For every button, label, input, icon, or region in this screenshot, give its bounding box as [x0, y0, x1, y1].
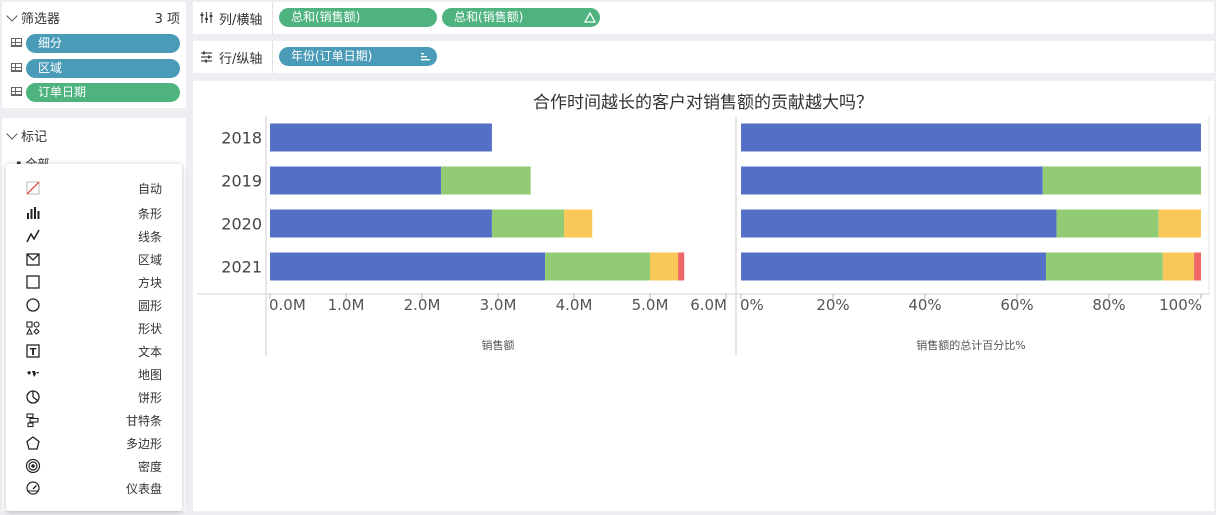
- shelf-divider: [272, 41, 273, 73]
- square-icon: [26, 275, 40, 289]
- chart-panel: 合作时间越长的客户对销售额的贡献越大吗？ 2018 2019 2020 2021 0.0M…: [193, 81, 1214, 511]
- x-tick-label-pane-percent-5: 100%: [1159, 296, 1202, 314]
- auto-icon: [26, 181, 40, 195]
- menu-item-bar[interactable]: 条形: [6, 202, 182, 224]
- menu-item-line[interactable]: 线条: [6, 225, 182, 247]
- area-icon: [26, 253, 40, 266]
- menu-item-square[interactable]: 方块: [6, 271, 182, 293]
- x-tick-label-pane-sales-5: 5.0M: [632, 296, 669, 314]
- columns-icon: [200, 12, 213, 23]
- bar-pane-sales-2019-s0[interactable]: [270, 166, 441, 195]
- year-label-2021: 2021: [221, 258, 262, 277]
- menu-item-map[interactable]: 地图: [6, 363, 182, 385]
- filters-count: 3 项: [154, 12, 180, 27]
- bar-pane-percent-2021-s3[interactable]: [1194, 252, 1201, 281]
- bar-pane-percent-2021-s0[interactable]: [741, 252, 1046, 281]
- bar-pane-percent-2019-s1[interactable]: [1042, 166, 1201, 195]
- menu-item-pie[interactable]: 饼形: [6, 386, 182, 408]
- bar-pane-sales-2020-s1[interactable]: [491, 209, 565, 238]
- marks-title: 标记: [21, 130, 48, 145]
- chart-canvas: 合作时间越长的客户对销售额的贡献越大吗？ 2018 2019 2020 2021 0.0M…: [197, 93, 1210, 356]
- gantt-icon: [26, 413, 39, 428]
- bar-pane-percent-2020-s1[interactable]: [1056, 209, 1159, 238]
- filter-pill-segment[interactable]: 细分: [26, 34, 180, 53]
- line-icon: [26, 229, 40, 243]
- menu-item-gantt[interactable]: 甘特条: [6, 409, 182, 431]
- year-label-2018: 2018: [221, 129, 262, 148]
- rows-shelf-label: 行/纵轴: [219, 52, 263, 67]
- x-tick-label-pane-sales-6: 6.0M: [690, 296, 727, 314]
- rows-shelf: 行/纵轴 年份(订单日期): [193, 41, 1214, 73]
- menu-item-circle[interactable]: 圆形: [6, 294, 182, 316]
- table-icon: [11, 38, 22, 47]
- chart-title: 合作时间越长的客户对销售额的贡献越大吗？: [533, 93, 873, 113]
- bar-pane-sales-2021-s0[interactable]: [270, 252, 546, 281]
- bar-icon: [27, 207, 40, 219]
- columns-shelf: 列/横轴 总和(销售额) 总和(销售额): [193, 2, 1214, 34]
- x-tick-label-pane-percent-0: 0%: [740, 296, 764, 314]
- year-label-2019: 2019: [221, 172, 262, 191]
- menu-item-density[interactable]: 密度: [6, 455, 182, 477]
- columns-shelf-label: 列/横轴: [219, 13, 263, 28]
- x-tick-label-pane-percent-1: 20%: [816, 296, 849, 314]
- bar-pane-sales-2021-s3[interactable]: [678, 252, 685, 281]
- year-label-2020: 2020: [221, 215, 262, 234]
- filters-title: 筛选器: [21, 12, 61, 27]
- filter-pill-order-date[interactable]: 订单日期: [26, 83, 180, 102]
- x-axis-title-pane-sales: 销售额: [482, 338, 515, 352]
- x-tick-label-pane-sales-2: 2.0M: [404, 296, 441, 314]
- bar-pane-sales-2020-s0[interactable]: [270, 209, 492, 238]
- shelf-divider: [272, 2, 273, 34]
- delta-icon: [584, 12, 596, 23]
- mark-type-menu: 自动 条形 线条 区域 方块 圆形 形状 T 文本 地图 饼形 甘特条 多边形 …: [6, 164, 182, 511]
- menu-item-area[interactable]: 区域: [6, 248, 182, 270]
- bar-pane-percent-2018-s0[interactable]: [741, 123, 1201, 152]
- sort-descending-icon: [421, 53, 430, 61]
- pie-icon: [26, 390, 40, 404]
- table-icon: [11, 87, 22, 96]
- bar-pane-percent-2021-s2[interactable]: [1162, 252, 1195, 281]
- bar-pane-percent-2020-s0[interactable]: [741, 209, 1057, 238]
- x-tick-label-pane-sales-4: 4.0M: [556, 296, 593, 314]
- x-tick-label-pane-sales-1: 1.0M: [328, 296, 365, 314]
- text-icon: T: [26, 344, 40, 358]
- row-pill-year-order-date[interactable]: 年份(订单日期): [279, 47, 437, 66]
- density-icon: [25, 458, 41, 474]
- shape-icon: [26, 321, 40, 335]
- menu-item-polygon[interactable]: 多边形: [6, 432, 182, 454]
- filters-panel: 筛选器 3 项 细分 区域 订单日期: [2, 2, 186, 108]
- x-tick-label-pane-sales-3: 3.0M: [480, 296, 517, 314]
- map-icon: [27, 371, 39, 377]
- bar-pane-percent-2021-s1[interactable]: [1045, 252, 1163, 281]
- menu-item-text[interactable]: T 文本: [6, 340, 182, 362]
- chevron-down-icon: [6, 9, 18, 22]
- x-tick-label-pane-percent-4: 80%: [1092, 296, 1125, 314]
- x-tick-label-pane-percent-3: 60%: [1000, 296, 1033, 314]
- rows-icon: [201, 51, 212, 63]
- menu-item-shape[interactable]: 形状: [6, 317, 182, 339]
- menu-item-gauge[interactable]: 仪表盘: [6, 477, 182, 499]
- svg-text:T: T: [30, 347, 37, 358]
- bar-pane-sales-2021-s1[interactable]: [545, 252, 650, 281]
- chevron-down-icon: [6, 127, 18, 140]
- bar-pane-sales-2020-s2[interactable]: [564, 209, 593, 238]
- marks-header[interactable]: 标记: [4, 126, 47, 145]
- bar-pane-sales-2019-s1[interactable]: [441, 166, 531, 195]
- bar-pane-percent-2020-s2[interactable]: [1158, 209, 1201, 238]
- x-tick-label-pane-sales-0: 0.0M: [269, 296, 306, 314]
- x-tick-label-pane-percent-2: 40%: [908, 296, 941, 314]
- menu-item-auto[interactable]: 自动: [6, 177, 182, 199]
- bar-pane-sales-2018-s0[interactable]: [270, 123, 492, 152]
- bar-pane-percent-2019-s0[interactable]: [741, 166, 1043, 195]
- polygon-icon: [26, 436, 40, 450]
- bar-pane-sales-2021-s2[interactable]: [650, 252, 679, 281]
- filter-pill-region[interactable]: 区域: [26, 59, 180, 78]
- table-icon: [11, 63, 22, 72]
- column-pill-sum-sales-percent[interactable]: 总和(销售额): [442, 8, 600, 27]
- gauge-icon: [26, 481, 40, 495]
- filters-header[interactable]: 筛选器: [4, 8, 60, 27]
- circle-icon: [26, 298, 40, 312]
- column-pill-sum-sales[interactable]: 总和(销售额): [279, 8, 437, 27]
- x-axis-title-pane-percent: 销售额的总计百分比%: [916, 338, 1025, 352]
